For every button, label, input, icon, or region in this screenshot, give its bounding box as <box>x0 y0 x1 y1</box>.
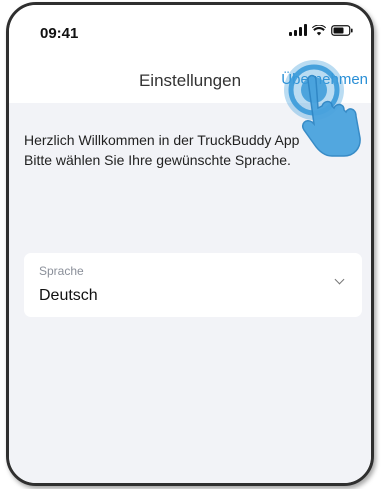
welcome-line-2: Bitte wählen Sie Ihre gewünschte Sprache… <box>24 152 291 168</box>
settings-content: Herzlich Willkommen in der TruckBuddy Ap… <box>9 103 371 483</box>
battery-icon <box>331 24 353 36</box>
wifi-icon <box>312 24 326 35</box>
language-select-label: Sprache <box>39 264 84 278</box>
status-icons <box>289 24 353 36</box>
navigation-bar: Einstellungen Übernehmen <box>9 51 371 103</box>
phone-frame: 09:41 Einstellungen Übernehmen Herzlich … <box>6 2 374 486</box>
welcome-text: Herzlich Willkommen in der TruckBuddy Ap… <box>24 130 363 170</box>
welcome-line-1: Herzlich Willkommen in der TruckBuddy Ap… <box>24 132 300 148</box>
apply-button[interactable]: Übernehmen <box>281 71 368 88</box>
status-bar: 09:41 <box>9 5 371 51</box>
status-time: 09:41 <box>40 25 79 42</box>
language-select-value: Deutsch <box>39 287 98 304</box>
language-select[interactable]: Sprache Deutsch <box>24 253 362 317</box>
signal-icon <box>289 24 307 36</box>
chevron-down-icon <box>334 274 345 285</box>
